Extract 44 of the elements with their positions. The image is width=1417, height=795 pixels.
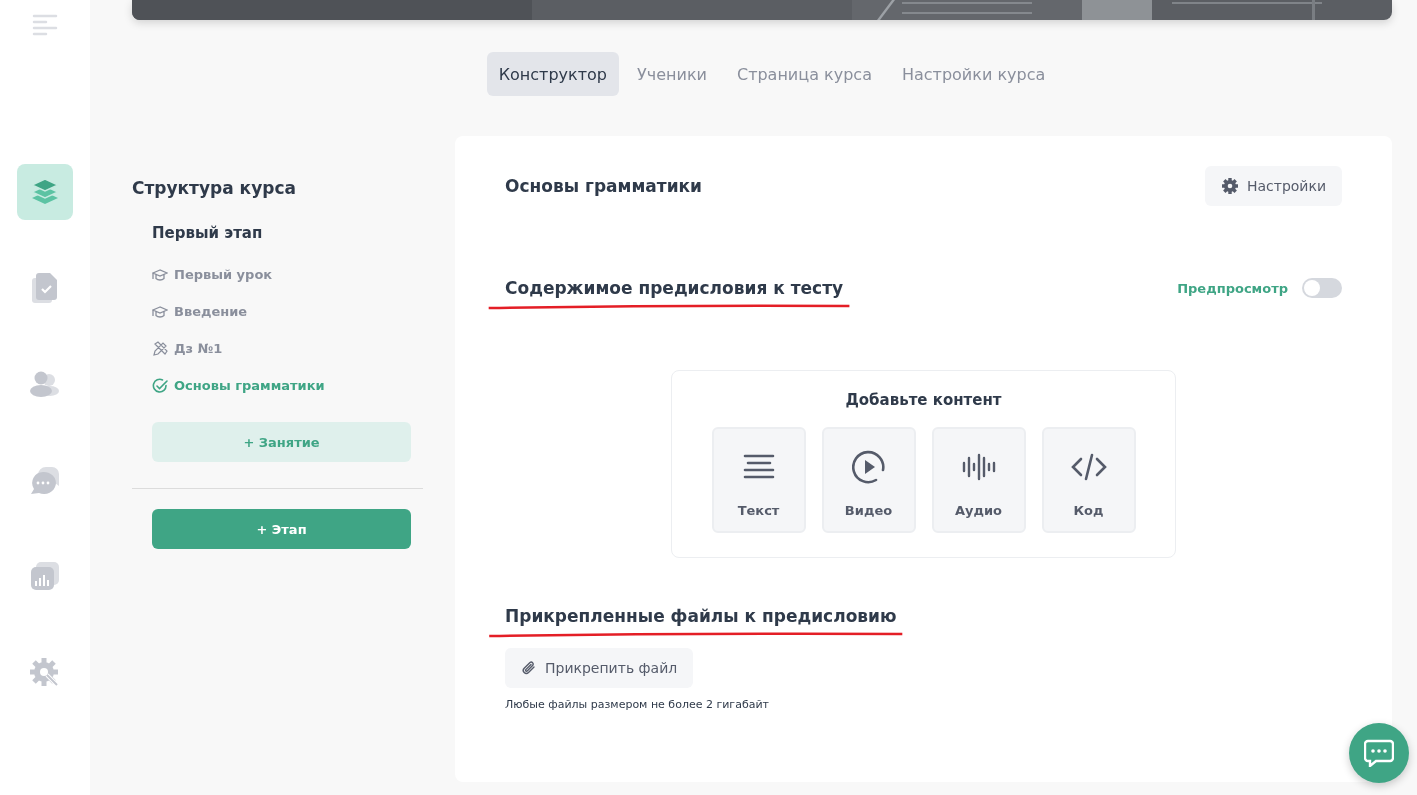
check-circle-icon — [152, 377, 168, 394]
tab[interactable]: Настройки курса — [889, 52, 1058, 96]
settings-icon — [1220, 177, 1239, 195]
chat-bubble-icon — [1364, 739, 1394, 767]
gear-wrench-icon — [29, 656, 61, 688]
pencil-ruler-icon — [152, 340, 168, 357]
preview-label: Предпросмотр — [1177, 280, 1288, 296]
nav-item[interactable] — [17, 164, 73, 220]
tab[interactable]: Ученики — [625, 52, 719, 96]
attach-file-button[interactable]: Прикрепить файл — [505, 648, 694, 688]
content-option[interactable]: Видео — [821, 427, 916, 533]
layers-icon — [30, 178, 60, 206]
graduation-cap-icon — [152, 304, 168, 319]
lesson-item[interactable]: Первый урок — [152, 256, 273, 293]
tab[interactable]: Конструктор — [486, 52, 619, 96]
menu-icon[interactable] — [32, 14, 58, 36]
lesson-item[interactable]: Введение — [152, 293, 248, 330]
add-lesson-button[interactable]: + Занятие — [152, 422, 411, 462]
sound-wave-icon — [961, 452, 996, 482]
graduation-cap-icon — [152, 267, 168, 282]
text-lines-icon — [741, 454, 776, 480]
chart-icon — [30, 561, 60, 591]
users-icon — [30, 370, 60, 398]
document-check-icon — [31, 272, 59, 304]
settings-button[interactable]: Настройки — [1204, 166, 1342, 206]
tab[interactable]: Страница курса — [724, 52, 884, 96]
add-stage-button[interactable]: + Этап — [152, 509, 411, 549]
stage-title: Первый этап — [152, 224, 264, 242]
lesson-item[interactable]: Дз №1 — [152, 330, 223, 367]
panel-title: Добавьте контент — [845, 391, 1002, 409]
code-icon — [1070, 453, 1107, 481]
content-option[interactable]: Код — [1041, 427, 1136, 533]
play-icon — [851, 450, 886, 484]
paperclip-icon — [521, 660, 537, 676]
section-heading: Содержимое предисловия к тесту — [505, 278, 844, 298]
chat-icon — [30, 466, 60, 494]
section-title: Структура курса — [132, 178, 297, 198]
content-option[interactable]: Аудио — [931, 427, 1026, 533]
lesson-item[interactable]: Основы грамматики — [152, 367, 325, 404]
lesson-title: Основы грамматики — [505, 176, 702, 196]
preview-toggle[interactable] — [1302, 278, 1342, 298]
content-option[interactable]: Текст — [711, 427, 806, 533]
hint-text: Любые файлы размером не более 2 гигабайт — [505, 698, 770, 711]
section-heading: Прикрепленные файлы к предисловию — [505, 606, 897, 626]
